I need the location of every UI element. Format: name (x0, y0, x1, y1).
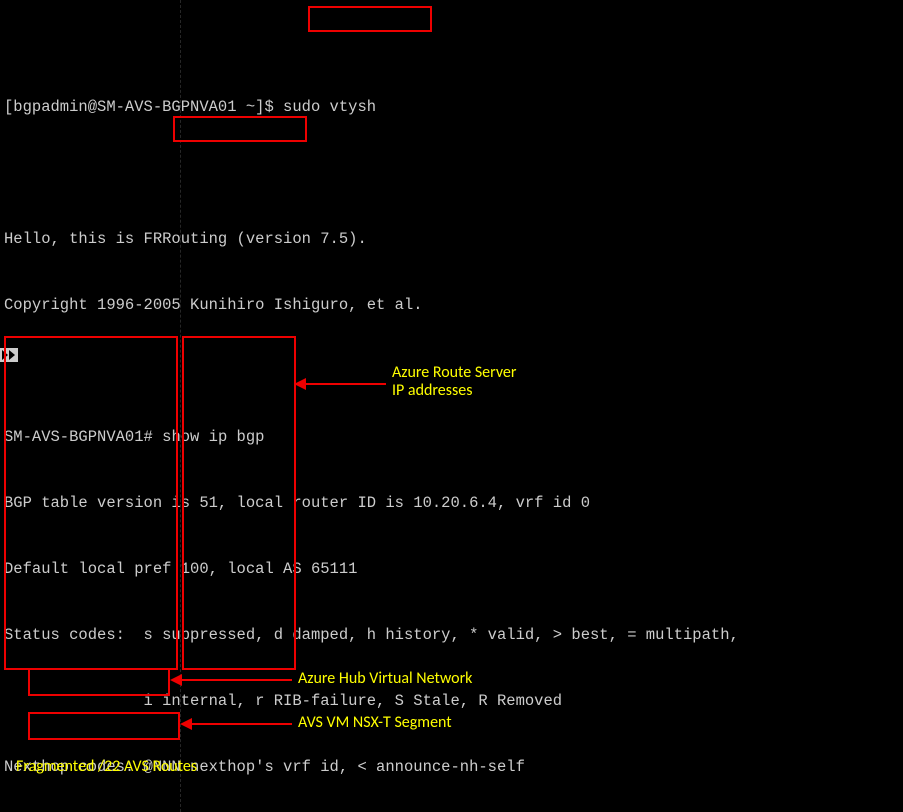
terminal-window[interactable]: [bgpadmin@SM-AVS-BGPNVA01 ~]$ sudo vtysh… (0, 0, 903, 812)
arrow-hub-vnet-line (182, 679, 292, 681)
bgp-info-1: BGP table version is 51, local router ID… (4, 492, 899, 514)
ann-hub-vnet: Azure Hub Virtual Network (298, 670, 472, 688)
status-codes-1: Status codes: s suppressed, d damped, h … (4, 624, 899, 646)
router-prompt: SM-AVS-BGPNVA01# (4, 428, 162, 446)
ann-nsxt: AVS VM NSX-T Segment (298, 714, 452, 732)
scroll-chevron-icon (0, 348, 18, 362)
box-nsxt-segment (28, 712, 180, 740)
shell-prompt-line: [bgpadmin@SM-AVS-BGPNVA01 ~]$ sudo vtysh (4, 96, 899, 118)
router-prompt-line: SM-AVS-BGPNVA01# show ip bgp (4, 426, 899, 448)
cmd-show-ip-bgp: show ip bgp (162, 428, 264, 446)
nexthop-codes: Nexthop codes: @NNN nexthop's vrf id, < … (4, 756, 899, 778)
arrow-nsxt-line (192, 723, 292, 725)
cmd-sudo-vtysh: sudo vtysh (283, 98, 376, 116)
status-codes-2: i internal, r RIB-failure, S Stale, R Re… (4, 690, 899, 712)
box-sudo-vtysh (308, 6, 432, 32)
box-show-ip-bgp (173, 116, 307, 142)
arrow-route-server-line (306, 383, 386, 385)
frr-banner-2: Copyright 1996-2005 Kunihiro Ishiguro, e… (4, 294, 899, 316)
blank (4, 360, 899, 382)
arrow-hub-vnet (170, 674, 182, 686)
bgp-info-2: Default local pref 100, local AS 65111 (4, 558, 899, 580)
frr-banner-1: Hello, this is FRRouting (version 7.5). (4, 228, 899, 250)
blank (4, 162, 899, 184)
shell-prompt: [bgpadmin@SM-AVS-BGPNVA01 ~]$ (4, 98, 283, 116)
arrow-nsxt (180, 718, 192, 730)
